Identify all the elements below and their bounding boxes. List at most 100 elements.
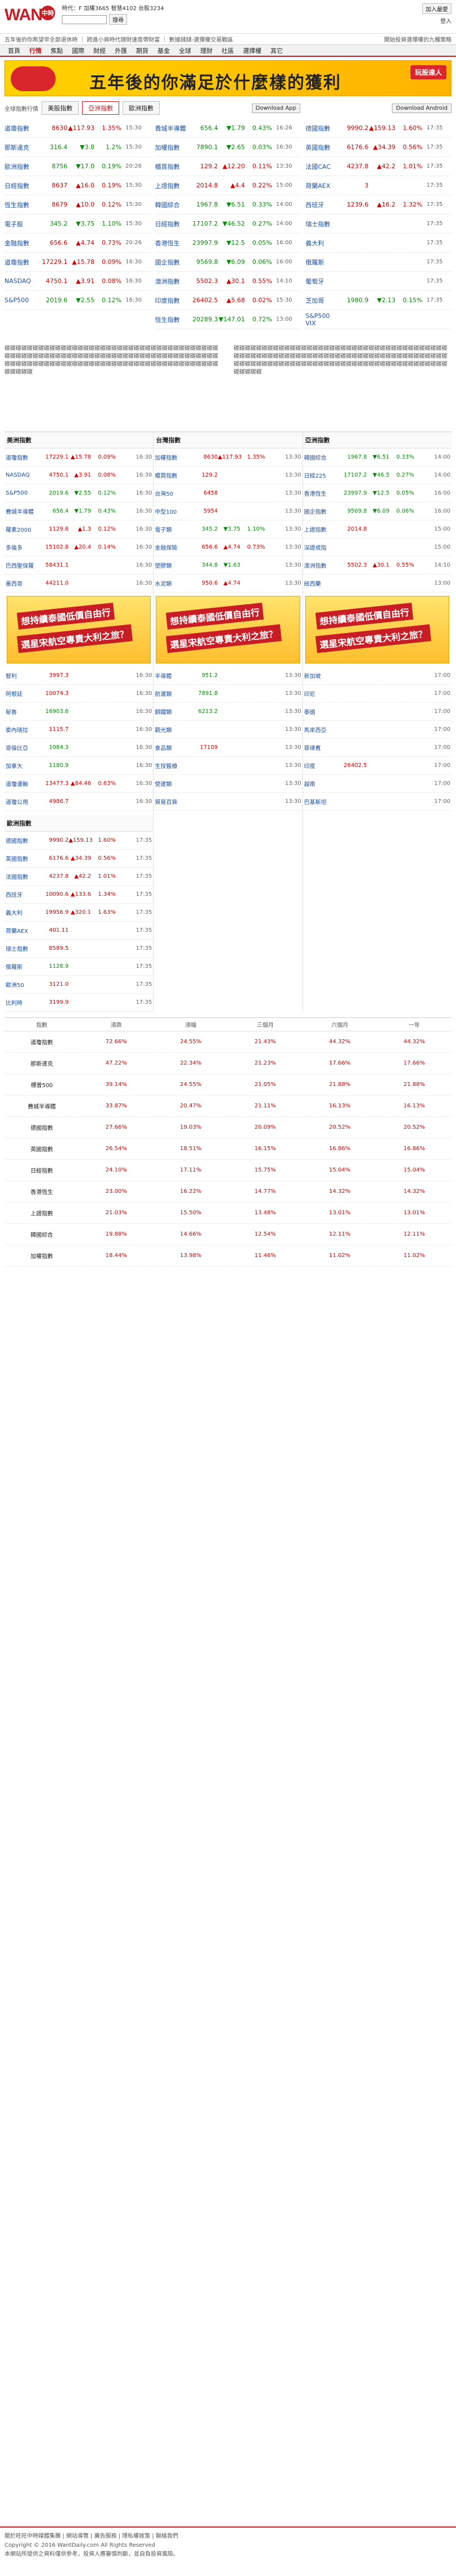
market-row[interactable]: 智利 3997.3 16:30 <box>4 667 153 685</box>
market-row[interactable]: 食品類 17109 13:30 <box>153 739 303 757</box>
add-favorite-button[interactable]: 加入最愛 <box>422 3 452 14</box>
market-name[interactable]: 上證指數 <box>304 525 336 533</box>
index-name[interactable]: 櫃買指數 <box>155 162 189 171</box>
nav-item[interactable]: 國際 <box>67 46 89 55</box>
market-row[interactable]: 水泥類 950.6 ▲4.74 13:30 <box>153 575 303 593</box>
market-row[interactable]: 金融保險 656.6 ▲4.74 0.73% 13:30 <box>153 538 303 557</box>
performance-row[interactable]: 上證指數 21.03% 15.50% 13.48% 13.01% 13.01% <box>4 1202 452 1224</box>
index-row[interactable]: 櫃買指數 129.2 ▲12.20 0.11% 13:30 <box>155 157 301 176</box>
market-row[interactable]: 印尼 17:00 <box>303 685 452 703</box>
market-name[interactable]: 櫃買指數 <box>155 471 186 479</box>
index-name[interactable]: 德國指數 <box>305 124 339 133</box>
market-row[interactable]: 營建類 13:30 <box>153 775 303 793</box>
market-row[interactable]: 瑞士指數 8589.5 17:35 <box>4 940 153 958</box>
index-row[interactable]: 義大利 17:35 <box>305 234 452 253</box>
market-name[interactable]: 英國指數 <box>6 854 37 863</box>
index-name[interactable]: 加權指數 <box>155 143 189 152</box>
market-row[interactable]: S&P500 2019.6 ▼2.55 0.12% 16:30 <box>4 484 153 502</box>
index-row[interactable]: 葡萄牙 17:35 <box>305 272 452 291</box>
market-row[interactable]: 歐洲50 3121.0 17:35 <box>4 976 153 994</box>
market-name[interactable]: 阿根廷 <box>6 689 37 698</box>
performance-name[interactable]: 日經指數 <box>4 1166 79 1174</box>
market-name[interactable]: 貿易百貨 <box>155 797 186 806</box>
index-row[interactable]: 英國指數 6176.6 ▲34.39 0.56% 17:35 <box>305 138 452 157</box>
market-name[interactable]: 歐洲50 <box>6 980 37 989</box>
market-row[interactable]: 德國指數 9990.2 ▲159.13 1.60% 17:35 <box>4 832 153 850</box>
index-name[interactable]: NASDAQ <box>4 277 38 285</box>
market-name[interactable]: 國企指數 <box>304 507 336 515</box>
index-name[interactable]: 英國指數 <box>305 143 339 152</box>
market-row[interactable]: 深證成指 15:00 <box>303 538 452 557</box>
market-row[interactable]: 法國指數 4237.8 ▲42.2 1.01% 17:35 <box>4 868 153 886</box>
market-row[interactable]: 巴基斯坦 17:00 <box>303 793 452 811</box>
market-name[interactable]: 加權指數 <box>155 453 186 461</box>
login-link[interactable]: 登入 <box>440 16 452 25</box>
index-name[interactable]: 芝加哥 <box>305 296 339 305</box>
performance-row[interactable]: 標普500 39.14% 24.55% 21.05% 21.88% 21.88% <box>4 1074 452 1096</box>
travel-ad[interactable]: 想持續泰國低價自由行 選星宋航空專責大利之旅？ <box>305 596 449 663</box>
index-row[interactable]: 荷蘭AEX 3 17:35 <box>305 176 452 195</box>
index-name[interactable]: 道瓊指數 <box>4 258 38 267</box>
market-name[interactable]: 道瓊指數 <box>6 453 37 461</box>
market-name[interactable]: 鋼鐵類 <box>155 707 186 716</box>
index-name[interactable]: 電子股 <box>4 219 38 228</box>
market-name[interactable]: 日經225 <box>304 471 336 479</box>
index-row[interactable]: 香港恆生 23997.9 ▼12.5 0.05% 16:00 <box>155 234 301 253</box>
performance-row[interactable]: 費城半導體 33.87% 20.47% 21.11% 16.13% 16.13% <box>4 1096 452 1117</box>
market-row[interactable]: 新加坡 17:00 <box>303 667 452 685</box>
market-row[interactable]: 越南 17:00 <box>303 775 452 793</box>
search-button[interactable]: 搜尋 <box>109 14 127 25</box>
index-tab[interactable]: 歐洲指數 <box>123 101 160 115</box>
market-row[interactable]: 台灣50 6458 13:30 <box>153 484 303 502</box>
index-row[interactable]: 道瓊指數 8630 ▲117.93 1.35% 15:30 <box>4 119 151 138</box>
market-row[interactable]: 荷蘭AEX 401.11 17:35 <box>4 922 153 940</box>
nav-item[interactable]: 基金 <box>153 46 174 55</box>
market-name[interactable]: 瑞士指數 <box>6 944 37 953</box>
market-name[interactable]: S&P500 <box>6 490 37 496</box>
market-name[interactable]: 台灣50 <box>155 489 186 497</box>
performance-row[interactable]: 那斯達克 47.22% 22.34% 21.23% 17.66% 17.66% <box>4 1053 452 1074</box>
index-name[interactable]: 西班牙 <box>305 200 339 209</box>
market-row[interactable]: 費城半導體 656.4 ▼1.79 0.43% 16:30 <box>4 502 153 520</box>
market-name[interactable]: 俄羅斯 <box>6 962 37 971</box>
index-row[interactable]: 韓國綜合 1967.8 ▼6.51 0.33% 14:00 <box>155 195 301 214</box>
performance-name[interactable]: 韓國綜合 <box>4 1230 79 1238</box>
market-name[interactable]: 費城半導體 <box>6 507 37 515</box>
app-download-android[interactable]: Download Android <box>392 103 452 113</box>
index-name[interactable]: 日經指數 <box>4 181 38 190</box>
market-name[interactable]: 智利 <box>6 671 37 680</box>
index-row[interactable]: 芝加哥 1980.9 ▼2.13 0.15% 17:35 <box>305 291 452 310</box>
index-name[interactable]: 金融指數 <box>4 239 38 248</box>
index-row[interactable]: 法國CAC 4237.8 ▲42.2 1.01% 17:35 <box>305 157 452 176</box>
index-name[interactable]: 日經指數 <box>155 219 189 228</box>
market-name[interactable]: 新加坡 <box>304 671 336 680</box>
index-row[interactable]: 德國指數 9990.2 ▲159.13 1.60% 17:35 <box>305 119 452 138</box>
performance-name[interactable]: 費城半導體 <box>4 1102 79 1110</box>
footer-links[interactable]: 關於旺旺中時媒體集團 | 網站導覽 | 廣告服務 | 隱私權政策 | 聯絡我們 <box>4 2532 452 2541</box>
market-row[interactable]: 貿易百貨 13:30 <box>153 793 303 811</box>
market-name[interactable]: 義大利 <box>6 908 37 917</box>
market-row[interactable]: 馬來西亞 17:00 <box>303 721 452 739</box>
index-name[interactable]: 國企指數 <box>155 258 189 267</box>
index-row[interactable]: S&P500 VIX <box>305 310 452 329</box>
market-name[interactable]: 馬來西亞 <box>304 725 336 734</box>
index-name[interactable]: 香港恆生 <box>155 239 189 248</box>
market-row[interactable]: 觀光類 13:30 <box>153 721 303 739</box>
nav-item[interactable]: 其它 <box>266 46 287 55</box>
market-name[interactable]: 巴西聖保羅 <box>6 561 37 569</box>
nav-item[interactable]: 期貨 <box>132 46 153 55</box>
market-row[interactable]: 西班牙 10090.6 ▲133.6 1.34% 17:35 <box>4 886 153 904</box>
market-row[interactable]: 印度 26402.5 17:00 <box>303 757 452 775</box>
nav-item[interactable]: 行情 <box>25 46 46 55</box>
nav-item[interactable]: 財經 <box>89 46 110 55</box>
index-row[interactable]: 電子股 345.2 ▼3.75 1.10% 15:30 <box>4 214 151 234</box>
performance-name[interactable]: 香港恆生 <box>4 1187 79 1196</box>
tagline-left[interactable]: 五年後的你希望早全部退休時 ｜ 跨進小資時代理財速度帶財富 ｜ 數據錢錢-選擇權… <box>4 35 233 43</box>
performance-row[interactable]: 道瓊指數 72.66% 24.55% 21.43% 44.32% 44.32% <box>4 1031 452 1053</box>
market-name[interactable]: 巴基斯坦 <box>304 797 336 806</box>
index-name[interactable]: 恆生指數 <box>155 315 189 324</box>
market-name[interactable]: 道瓊公用 <box>6 797 37 806</box>
index-row[interactable]: 歐洲指數 8756 ▼17.0 0.19% 20:26 <box>4 157 151 176</box>
market-name[interactable]: 泰國 <box>304 707 336 716</box>
travel-ad[interactable]: 想持續泰國低價自由行 選星宋航空專責大利之旅？ <box>156 596 300 663</box>
